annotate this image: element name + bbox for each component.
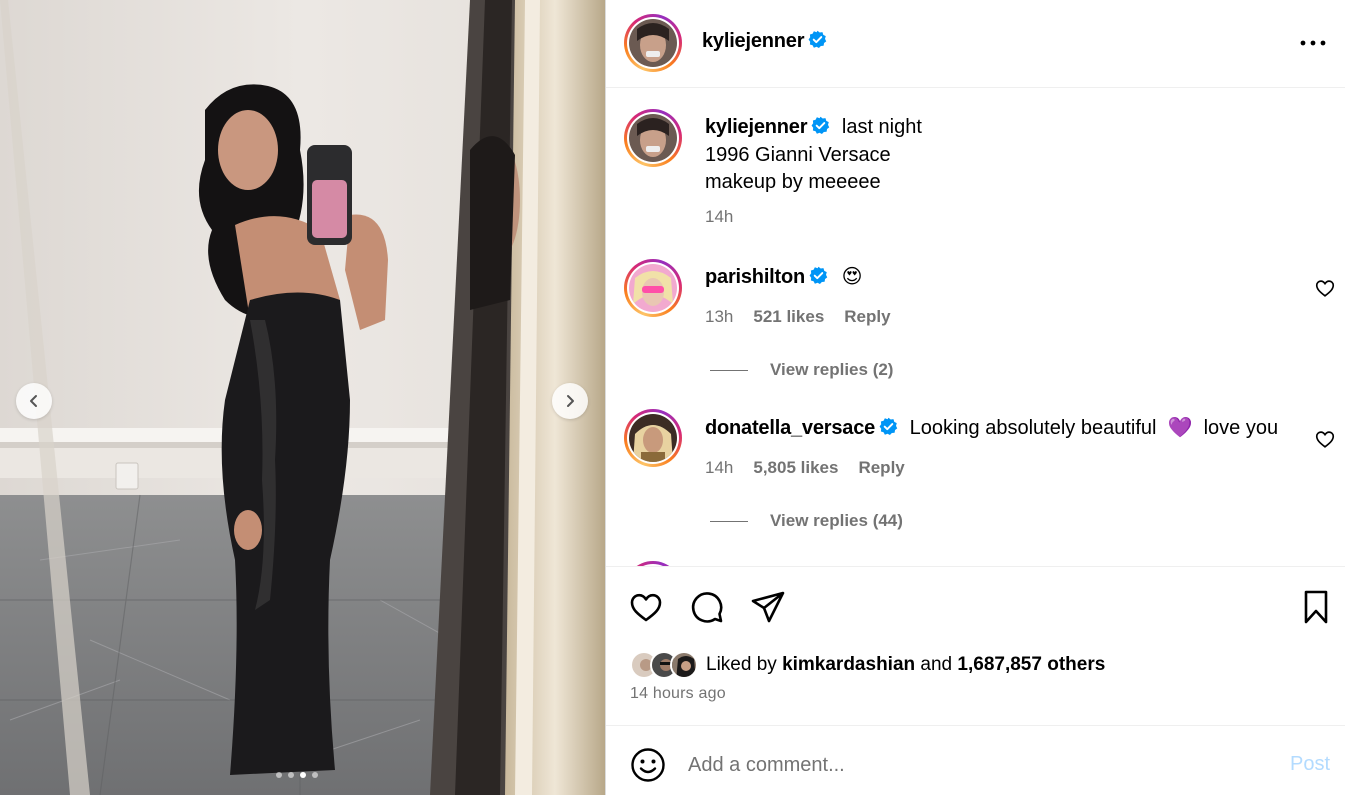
caption-username[interactable]: kyliejenner bbox=[705, 116, 808, 138]
verified-badge-icon bbox=[809, 266, 828, 285]
heart-icon[interactable] bbox=[628, 589, 664, 625]
previous-slide-button[interactable] bbox=[16, 383, 52, 419]
comment-time[interactable]: 13h bbox=[705, 307, 733, 327]
view-replies-button[interactable]: View replies (44) bbox=[710, 511, 903, 531]
more-options-icon[interactable] bbox=[1299, 34, 1327, 52]
comment-composer: Post bbox=[606, 727, 1345, 795]
instagram-post-modal: kyliejenner kyliejenner last night 1996 … bbox=[0, 0, 1345, 795]
comment-username[interactable]: donatella_versace bbox=[705, 417, 875, 439]
comment-avatar[interactable] bbox=[624, 409, 682, 467]
comment-body: donatella_versace Looking absolutely bea… bbox=[705, 415, 1278, 443]
carousel-dot bbox=[312, 772, 318, 778]
comment-reply-button[interactable]: Reply bbox=[844, 307, 890, 327]
caption-time[interactable]: 14h bbox=[705, 207, 733, 227]
author-username[interactable]: kyliejenner bbox=[702, 30, 827, 53]
comment-like-heart-icon[interactable] bbox=[1314, 277, 1336, 299]
post-timestamp[interactable]: 14 hours ago bbox=[630, 685, 726, 703]
post-photo bbox=[0, 0, 605, 795]
comment-body: parishilton 😍 bbox=[705, 264, 862, 292]
caption-line: makeup by meeeee bbox=[705, 171, 881, 193]
liker-avatar bbox=[670, 651, 698, 679]
post-comment-button[interactable]: Post bbox=[1290, 753, 1330, 776]
view-replies-label[interactable]: View replies (2) bbox=[770, 360, 893, 380]
comment-text: 😍 bbox=[841, 266, 863, 288]
liked-by-user[interactable]: kimkardashian bbox=[782, 654, 915, 675]
post-caption: kyliejenner last night 1996 Gianni Versa… bbox=[705, 114, 922, 197]
emoji-icon[interactable] bbox=[630, 747, 666, 783]
comment-meta: 14h 5,805 likes Reply bbox=[705, 458, 905, 478]
caption-avatar-image bbox=[629, 114, 677, 162]
bookmark-icon[interactable] bbox=[1298, 589, 1334, 625]
chevron-left-icon bbox=[30, 395, 37, 407]
caption-meta: 14h bbox=[705, 207, 733, 227]
comment-username[interactable]: parishilton bbox=[705, 266, 805, 288]
author-avatar[interactable] bbox=[624, 14, 682, 72]
comments-list[interactable]: kyliejenner last night 1996 Gianni Versa… bbox=[606, 89, 1345, 566]
share-icon[interactable] bbox=[750, 589, 786, 625]
comment-meta: 13h 521 likes Reply bbox=[705, 307, 891, 327]
post-actions: Liked by kimkardashian and 1,687,857 oth… bbox=[606, 566, 1345, 726]
comment-icon[interactable] bbox=[689, 589, 725, 625]
comment-time[interactable]: 14h bbox=[705, 458, 733, 478]
caption-author-avatar[interactable] bbox=[624, 109, 682, 167]
liked-by-prefix: Liked by bbox=[706, 654, 777, 675]
comment-likes[interactable]: 521 likes bbox=[753, 307, 824, 327]
caption-line: last night bbox=[841, 116, 922, 138]
caption-line: 1996 Gianni Versace bbox=[705, 143, 891, 166]
next-slide-button[interactable] bbox=[552, 383, 588, 419]
view-replies-line bbox=[710, 520, 748, 522]
liked-by-others[interactable]: 1,687,857 others bbox=[957, 654, 1105, 675]
liked-by-text: Liked by kimkardashian and 1,687,857 oth… bbox=[706, 654, 1105, 676]
carousel-dot bbox=[276, 772, 282, 778]
post-details-panel: kyliejenner kyliejenner last night 1996 … bbox=[606, 0, 1345, 795]
post-header: kyliejenner bbox=[606, 0, 1345, 88]
liked-by-summary[interactable]: Liked by kimkardashian and 1,687,857 oth… bbox=[630, 651, 1105, 679]
author-username-text[interactable]: kyliejenner bbox=[702, 30, 805, 52]
comment-avatar[interactable] bbox=[624, 259, 682, 317]
carousel-dot-active bbox=[300, 772, 306, 778]
liked-by-and: and bbox=[920, 654, 953, 675]
comment-text: Looking absolutely beautiful 💜 love you bbox=[909, 417, 1279, 439]
view-replies-label[interactable]: View replies (44) bbox=[770, 511, 903, 531]
verified-badge-icon bbox=[808, 30, 827, 49]
chevron-right-icon bbox=[567, 395, 574, 407]
comment-avatar-image bbox=[629, 264, 677, 312]
post-media[interactable] bbox=[0, 0, 605, 795]
comment-like-heart-icon[interactable] bbox=[1314, 428, 1336, 450]
comment-reply-button[interactable]: Reply bbox=[858, 458, 904, 478]
carousel-dot bbox=[288, 772, 294, 778]
comment-input[interactable] bbox=[688, 745, 1248, 785]
view-replies-line bbox=[710, 369, 748, 371]
comment-likes[interactable]: 5,805 likes bbox=[753, 458, 838, 478]
verified-badge-icon bbox=[879, 417, 898, 436]
view-replies-button[interactable]: View replies (2) bbox=[710, 360, 893, 380]
carousel-indicator bbox=[276, 772, 318, 778]
verified-badge-icon bbox=[811, 116, 830, 135]
author-avatar-image bbox=[629, 19, 677, 67]
comment-avatar-image bbox=[629, 414, 677, 462]
